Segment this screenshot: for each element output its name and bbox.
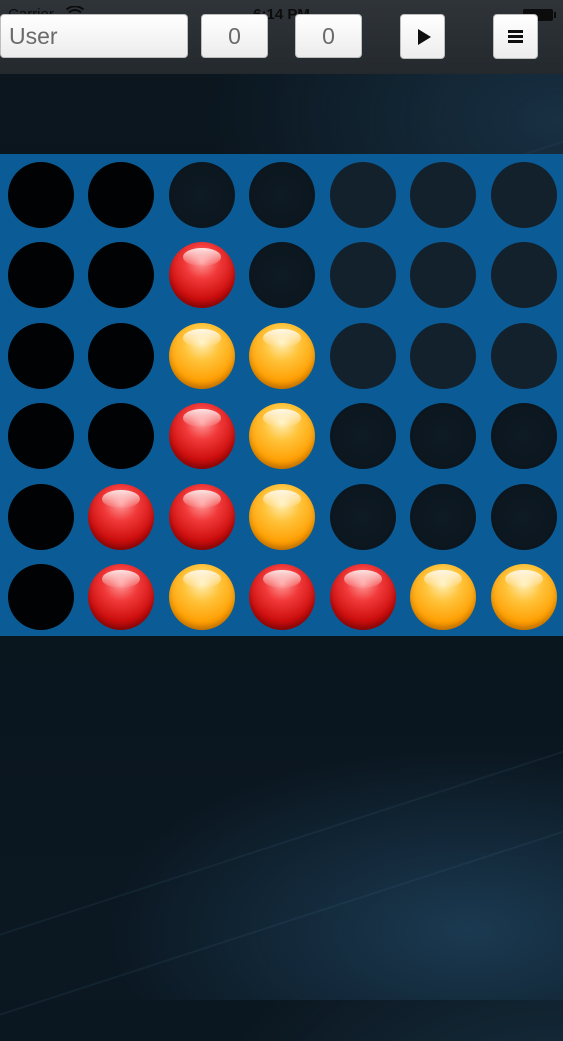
empty-slot[interactable] [169,162,235,228]
empty-slot[interactable] [88,162,154,228]
empty-slot[interactable] [8,323,74,389]
disc-highlight [183,409,221,427]
disc-highlight [263,409,301,427]
empty-slot[interactable] [330,323,396,389]
yellow-disc[interactable] [491,564,557,630]
top-toolbar: Carrier 6:14 PM User 0 0 [0,0,563,74]
disc-highlight [183,248,221,266]
disc-highlight [263,490,301,508]
player2-score-field: 0 [295,14,362,58]
empty-slot[interactable] [249,242,315,308]
red-disc[interactable] [249,564,315,630]
empty-slot[interactable] [8,242,74,308]
disc-highlight [183,490,221,508]
disc-highlight [183,329,221,347]
empty-slot[interactable] [249,162,315,228]
empty-slot[interactable] [491,162,557,228]
disc-highlight [102,570,140,588]
red-disc[interactable] [330,564,396,630]
menu-button[interactable] [493,14,538,59]
disc-highlight [183,570,221,588]
empty-slot[interactable] [410,323,476,389]
play-icon [417,28,431,45]
red-disc[interactable] [88,564,154,630]
empty-slot[interactable] [330,403,396,469]
empty-slot[interactable] [410,242,476,308]
yellow-disc[interactable] [249,403,315,469]
disc-highlight [424,570,462,588]
empty-slot[interactable] [8,162,74,228]
empty-slot[interactable] [410,162,476,228]
game-board[interactable] [0,154,563,636]
empty-slot[interactable] [8,484,74,550]
disc-highlight [344,570,382,588]
disc-highlight [102,490,140,508]
red-disc[interactable] [88,484,154,550]
empty-slot[interactable] [8,403,74,469]
play-button[interactable] [400,14,445,59]
empty-slot[interactable] [491,242,557,308]
empty-slot[interactable] [88,242,154,308]
empty-slot[interactable] [491,484,557,550]
empty-slot[interactable] [88,403,154,469]
player1-score-field: 0 [201,14,268,58]
yellow-disc[interactable] [169,564,235,630]
yellow-disc[interactable] [169,323,235,389]
yellow-disc[interactable] [410,564,476,630]
menu-icon [508,30,523,43]
empty-slot[interactable] [410,403,476,469]
empty-slot[interactable] [88,323,154,389]
empty-slot[interactable] [330,484,396,550]
empty-slot[interactable] [330,162,396,228]
empty-slot[interactable] [410,484,476,550]
player-name-field[interactable]: User [0,14,188,58]
empty-slot[interactable] [330,242,396,308]
red-disc[interactable] [169,484,235,550]
empty-slot[interactable] [491,323,557,389]
red-disc[interactable] [169,242,235,308]
empty-slot[interactable] [8,564,74,630]
red-disc[interactable] [169,403,235,469]
disc-highlight [263,329,301,347]
disc-highlight [505,570,543,588]
yellow-disc[interactable] [249,323,315,389]
yellow-disc[interactable] [249,484,315,550]
disc-highlight [263,570,301,588]
empty-slot[interactable] [491,403,557,469]
